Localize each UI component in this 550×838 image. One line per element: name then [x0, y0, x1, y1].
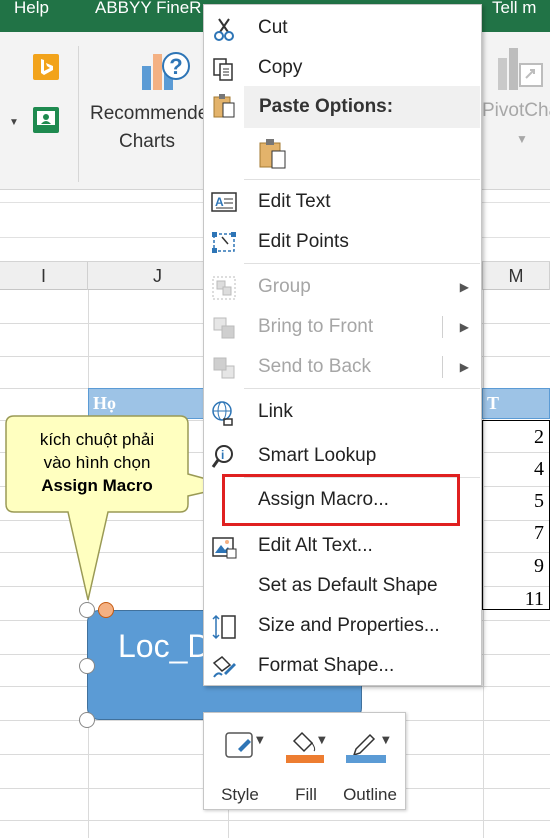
fill-label: Fill	[295, 785, 317, 804]
svg-text:A: A	[215, 195, 224, 209]
menu-item-group[interactable]: Group ▶	[204, 268, 483, 306]
svg-text:▼: ▼	[256, 735, 264, 746]
pivot-chart-button[interactable]: PivotCha	[482, 100, 550, 122]
svg-text:▼: ▼	[382, 735, 390, 746]
outline-label: Outline	[343, 785, 397, 804]
svg-text:i: i	[221, 448, 224, 462]
menu-item-edit-points[interactable]: Edit Points	[204, 223, 483, 261]
send-to-back-icon	[210, 354, 238, 382]
menu-separator	[244, 388, 480, 389]
menu-separator	[244, 263, 480, 264]
context-menu: Cut Copy Paste Options: A Edit Text Edit…	[203, 4, 482, 686]
ribbon-separator	[78, 46, 79, 182]
submenu-arrow-icon: ▶	[459, 360, 469, 374]
menu-item-bring-to-front[interactable]: Bring to Front ▶	[204, 308, 483, 346]
resize-handle[interactable]	[79, 658, 95, 674]
menu-item-label: Set as Default Shape	[258, 575, 438, 596]
menu-item-label: Edit Text	[258, 191, 331, 212]
menu-item-format-shape[interactable]: Format Shape...	[204, 647, 483, 685]
mini-toolbar: ▼ Style ▼ Fill ▼ Outline	[203, 712, 406, 810]
tab-help[interactable]: Help	[14, 0, 74, 32]
assign-macro-highlight	[222, 474, 460, 526]
recommended-charts-button[interactable]: Recommended Charts	[90, 100, 204, 156]
menu-item-cut[interactable]: Cut	[204, 9, 483, 47]
menu-item-edit-text[interactable]: A Edit Text	[204, 183, 483, 221]
table-cell[interactable]: 2	[482, 426, 548, 448]
group-icon	[210, 274, 238, 302]
menu-item-edit-alt-text[interactable]: Edit Alt Text...	[204, 527, 483, 565]
table-cell[interactable]: 5	[482, 490, 548, 512]
recommended-charts-icon[interactable]: ?	[140, 44, 190, 94]
outline-pen-icon: ▼	[344, 727, 396, 772]
pivot-chart-chevron-icon[interactable]: ▼	[516, 132, 528, 146]
menu-item-label: Link	[258, 401, 293, 422]
size-properties-icon	[210, 613, 238, 641]
menu-item-label: Smart Lookup	[258, 445, 377, 466]
submenu-arrow-icon: ▶	[459, 320, 469, 334]
menu-item-label: Format Shape...	[258, 655, 395, 676]
smart-lookup-icon: i	[210, 443, 238, 471]
style-label: Style	[221, 785, 259, 804]
paste-icon	[210, 92, 238, 120]
paste-options-label: Paste Options:	[259, 96, 394, 117]
menu-item-copy[interactable]: Copy	[204, 49, 483, 87]
style-button[interactable]: ▼ Style	[214, 723, 266, 807]
number-column-border	[482, 420, 550, 610]
callout-line-1: kích chuột phải	[39, 430, 155, 449]
callout-line-2: vào hình chọn	[43, 453, 151, 472]
recommended-charts-label-2: Charts	[119, 131, 175, 152]
table-header-t[interactable]: T	[482, 388, 550, 419]
menu-item-label: Send to Back	[258, 356, 372, 377]
menu-item-label: Group	[258, 276, 311, 297]
menu-item-label: Bring to Front	[258, 316, 374, 337]
tab-tell-me[interactable]: Tell m	[492, 0, 550, 32]
resize-handle[interactable]	[79, 712, 95, 728]
menu-item-label: Size and Properties...	[258, 615, 440, 636]
menu-item-label: Copy	[258, 57, 303, 78]
bring-to-front-icon	[210, 314, 238, 342]
recommended-charts-label-1: Recommended	[90, 103, 204, 124]
menu-item-divider	[442, 356, 443, 378]
menu-item-link[interactable]: Link	[204, 393, 483, 431]
paste-option-keep-formatting-icon[interactable]	[256, 137, 292, 173]
macro-shape-label: Loc_D	[118, 628, 211, 664]
table-cell[interactable]: 9	[482, 555, 548, 577]
menu-item-label: Edit Alt Text...	[258, 535, 373, 556]
callout-line-3: Assign Macro	[41, 476, 153, 495]
menu-item-label: Edit Points	[258, 231, 349, 252]
edit-text-icon: A	[210, 189, 238, 217]
link-globe-icon	[210, 399, 238, 427]
callout-text: kích chuột phải vào hình chọn Assign Mac…	[14, 428, 180, 497]
outline-button[interactable]: ▼ Outline	[338, 723, 402, 807]
paint-bucket-icon: ▼	[284, 727, 332, 772]
table-cell[interactable]: 7	[482, 522, 548, 544]
menu-item-divider	[442, 316, 443, 338]
bing-maps-icon[interactable]	[33, 54, 59, 80]
edit-points-icon	[210, 229, 238, 257]
menu-item-smart-lookup[interactable]: i Smart Lookup	[204, 437, 483, 475]
menu-item-set-default-shape[interactable]: Set as Default Shape	[204, 567, 483, 605]
submenu-arrow-icon: ▶	[459, 280, 469, 294]
svg-text:▼: ▼	[318, 735, 326, 746]
fill-button[interactable]: ▼ Fill	[278, 723, 334, 807]
pivot-chart-icon[interactable]	[496, 44, 546, 94]
alt-text-icon	[210, 533, 238, 561]
chevron-down-icon[interactable]: ▼	[9, 117, 19, 128]
menu-item-label: Cut	[258, 17, 288, 38]
format-shape-icon	[210, 653, 238, 681]
svg-text:?: ?	[169, 54, 182, 79]
table-cell[interactable]: 11	[482, 588, 548, 610]
copy-icon	[210, 55, 238, 83]
tab-abbyy-finereader[interactable]: ABBYY FineR	[95, 0, 203, 32]
people-graph-icon[interactable]	[33, 107, 59, 133]
table-cell[interactable]: 4	[482, 458, 548, 480]
menu-separator	[244, 179, 480, 180]
column-header-m[interactable]: M	[483, 262, 550, 290]
shape-style-icon: ▼	[224, 729, 266, 768]
menu-item-size-and-properties[interactable]: Size and Properties...	[204, 607, 483, 645]
menu-item-send-to-back[interactable]: Send to Back ▶	[204, 348, 483, 386]
column-header-i[interactable]: I	[0, 262, 88, 290]
paste-options-header: Paste Options:	[244, 86, 480, 128]
scissors-icon	[210, 15, 238, 43]
